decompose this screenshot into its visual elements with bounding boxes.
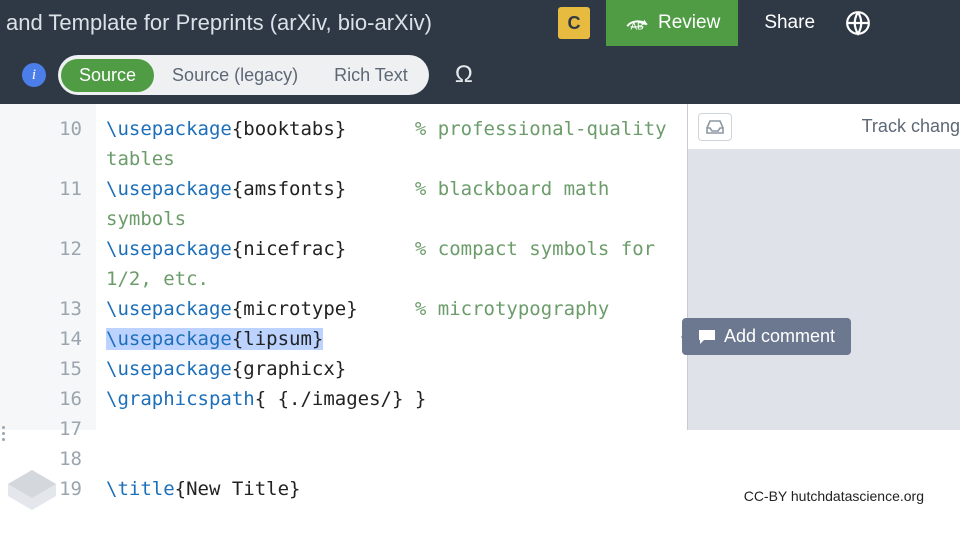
code-line[interactable]: \usepackage{amsfonts} % blackboard math — [106, 174, 687, 204]
comment-icon — [698, 329, 716, 345]
code-line[interactable]: symbols — [106, 204, 687, 234]
code-line[interactable]: \title{New Title} — [106, 474, 687, 504]
globe-icon — [845, 10, 871, 36]
line-number: 13 — [0, 294, 82, 324]
code-line[interactable]: tables — [106, 144, 687, 174]
code-line[interactable]: \usepackage{microtype} % microtypography — [106, 294, 687, 324]
line-number: 12 — [0, 234, 82, 264]
review-button[interactable]: AB Review — [606, 0, 738, 46]
add-comment-label: Add comment — [724, 326, 835, 347]
code-line[interactable]: \usepackage{nicefrac} % compact symbols … — [106, 234, 687, 264]
review-panel-header: Track chang — [688, 104, 960, 150]
line-number: 15 — [0, 354, 82, 384]
tab-source-legacy[interactable]: Source (legacy) — [154, 59, 316, 92]
editor-mode-toolbar: i Source Source (legacy) Rich Text Ω — [0, 46, 960, 104]
inbox-icon — [706, 120, 724, 134]
line-number — [0, 204, 82, 234]
top-bar: and Template for Preprints (arXiv, bio-a… — [0, 0, 960, 46]
main-area: 10111213141516171819 \usepackage{booktab… — [0, 104, 960, 430]
code-line[interactable] — [106, 414, 687, 444]
gutter-drag-handle[interactable] — [2, 426, 5, 441]
code-editor[interactable]: 10111213141516171819 \usepackage{booktab… — [0, 104, 687, 430]
svg-text:AB: AB — [631, 22, 644, 33]
review-label: Review — [658, 12, 720, 34]
line-number — [0, 264, 82, 294]
share-label: Share — [764, 12, 815, 34]
user-avatar-badge[interactable]: C — [558, 7, 590, 39]
corner-decoration — [8, 470, 60, 510]
review-icon: AB — [624, 13, 650, 33]
code-line[interactable]: \usepackage{lipsum} — [106, 324, 687, 354]
line-number-gutter: 10111213141516171819 — [0, 104, 96, 430]
track-changes-label[interactable]: Track chang — [862, 116, 960, 137]
line-number: 11 — [0, 174, 82, 204]
tab-rich-text[interactable]: Rich Text — [316, 59, 426, 92]
add-comment-button[interactable]: Add comment — [682, 318, 851, 355]
line-number: 16 — [0, 384, 82, 414]
language-button[interactable] — [833, 0, 875, 46]
code-line[interactable]: \graphicspath{ {./images/} } — [106, 384, 687, 414]
mode-tab-group: Source Source (legacy) Rich Text — [58, 55, 429, 95]
share-button[interactable]: Share — [738, 0, 833, 46]
code-line[interactable] — [106, 444, 687, 474]
project-title: and Template for Preprints (arXiv, bio-a… — [0, 10, 464, 36]
code-line[interactable]: 1/2, etc. — [106, 264, 687, 294]
line-number: 14 — [0, 324, 82, 354]
line-number: 17 — [0, 414, 82, 444]
review-panel: Track chang Add comment — [687, 104, 960, 430]
code-line[interactable]: \usepackage{booktabs} % professional-qua… — [106, 114, 687, 144]
tab-source[interactable]: Source — [61, 59, 154, 92]
code-line[interactable]: \usepackage{graphicx} — [106, 354, 687, 384]
code-content[interactable]: \usepackage{booktabs} % professional-qua… — [96, 104, 687, 430]
line-number: 10 — [0, 114, 82, 144]
symbol-palette-button[interactable]: Ω — [441, 61, 473, 89]
inbox-button[interactable] — [698, 113, 732, 141]
attribution-text: CC-BY hutchdatascience.org — [744, 488, 924, 504]
line-number — [0, 144, 82, 174]
info-icon[interactable]: i — [22, 63, 46, 87]
